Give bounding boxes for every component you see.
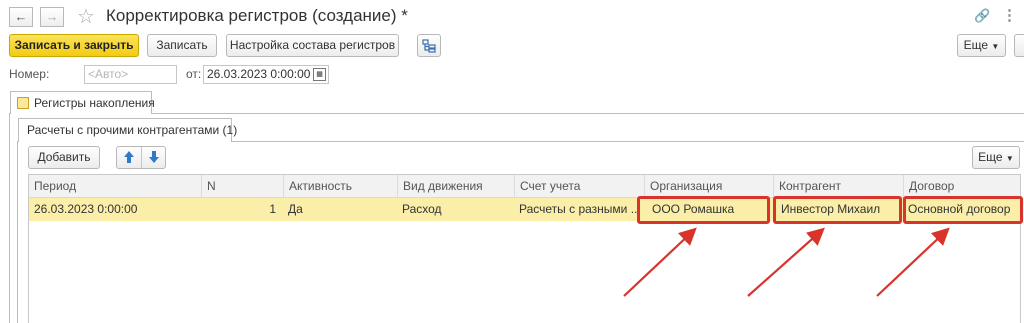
annotation-arrows xyxy=(623,227,950,297)
arrow-to-contract xyxy=(876,227,950,297)
arrow-to-counterparty xyxy=(747,227,825,297)
arrow-to-organization xyxy=(623,227,697,297)
